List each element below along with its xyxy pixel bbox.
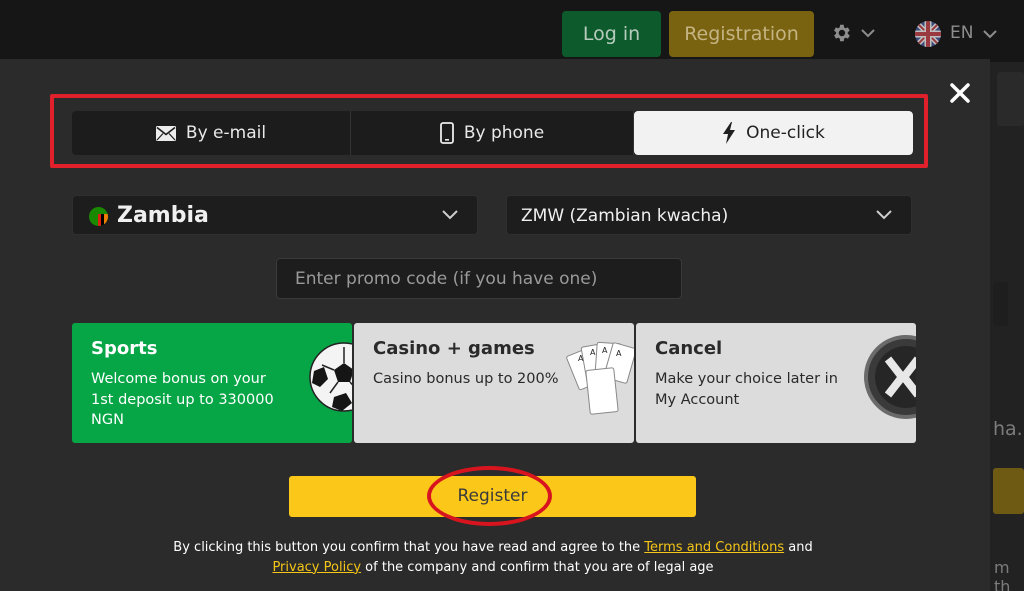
- gear-icon: [834, 24, 850, 42]
- svg-text:A: A: [578, 354, 584, 363]
- bonus-card-casino[interactable]: Casino + games Casino bonus up to 200% A…: [354, 323, 634, 443]
- registration-button[interactable]: Registration: [669, 11, 814, 57]
- register-highlight: [427, 466, 552, 526]
- login-button[interactable]: Log in: [562, 11, 661, 57]
- cancel-x-icon: [864, 335, 916, 419]
- lightning-icon: [723, 122, 736, 144]
- tab-one-click[interactable]: One-click: [634, 111, 913, 155]
- svg-text:A: A: [602, 346, 608, 355]
- tab-label: By e-mail: [185, 123, 267, 143]
- background-box: [997, 72, 1024, 126]
- bonus-description: Make your choice later in My Account: [655, 371, 838, 408]
- legal-text: of the company and confirm that you are …: [361, 559, 714, 575]
- language-label: EN: [950, 23, 974, 43]
- currency-select[interactable]: ZMW (Zambian kwacha): [506, 195, 912, 235]
- language-selector[interactable]: EN: [914, 20, 1004, 48]
- tab-label: One-click: [746, 123, 825, 143]
- legal-text: By clicking this button you confirm that…: [173, 540, 645, 555]
- country-value: Zambia: [117, 203, 209, 228]
- chevron-down-icon: [983, 30, 997, 39]
- legal-text: and: [784, 540, 813, 555]
- chevron-down-icon: [442, 210, 458, 220]
- svg-text:A: A: [616, 349, 622, 358]
- background-text: ha.: [993, 418, 1023, 440]
- phone-icon: [439, 122, 454, 144]
- tab-by-email[interactable]: By e-mail: [72, 111, 351, 155]
- close-icon: [950, 83, 970, 103]
- background-text: m th: [994, 558, 1011, 591]
- envelope-icon: [155, 125, 176, 141]
- promo-code-input[interactable]: [276, 258, 682, 299]
- top-header: Log in Registration EN: [0, 0, 1024, 62]
- chevron-down-icon: [861, 29, 875, 38]
- playing-cards-icon: A A A A: [566, 341, 634, 415]
- tab-by-phone[interactable]: By phone: [351, 111, 634, 155]
- svg-text:A: A: [590, 348, 596, 357]
- bonus-description: Casino bonus up to 200%: [373, 371, 559, 387]
- currency-value: ZMW (Zambian kwacha): [521, 206, 729, 226]
- background-field: [993, 282, 1008, 326]
- close-modal-button[interactable]: [946, 79, 974, 107]
- tab-label: By phone: [463, 123, 545, 143]
- zambia-flag-icon: [89, 207, 108, 226]
- settings-menu[interactable]: [830, 22, 878, 46]
- privacy-link[interactable]: Privacy Policy: [272, 560, 361, 575]
- chevron-down-icon: [876, 210, 892, 220]
- soccer-ball-icon: [309, 342, 352, 412]
- legal-notice: By clicking this button you confirm that…: [140, 538, 846, 577]
- bonus-title: Sports: [91, 338, 158, 359]
- country-select[interactable]: Zambia: [72, 195, 478, 235]
- background-button: [993, 468, 1024, 514]
- uk-flag-icon: [915, 21, 941, 47]
- bonus-description: Welcome bonus on your 1st deposit up to …: [91, 371, 274, 428]
- bonus-title: Cancel: [655, 338, 723, 359]
- bonus-card-sports[interactable]: Sports Welcome bonus on your 1st deposit…: [72, 323, 352, 443]
- registration-method-tabs: By e-mail By phone One-click: [72, 111, 913, 155]
- bonus-title: Casino + games: [373, 338, 535, 359]
- terms-link[interactable]: Terms and Conditions: [644, 540, 784, 555]
- bonus-card-cancel[interactable]: Cancel Make your choice later in My Acco…: [636, 323, 916, 443]
